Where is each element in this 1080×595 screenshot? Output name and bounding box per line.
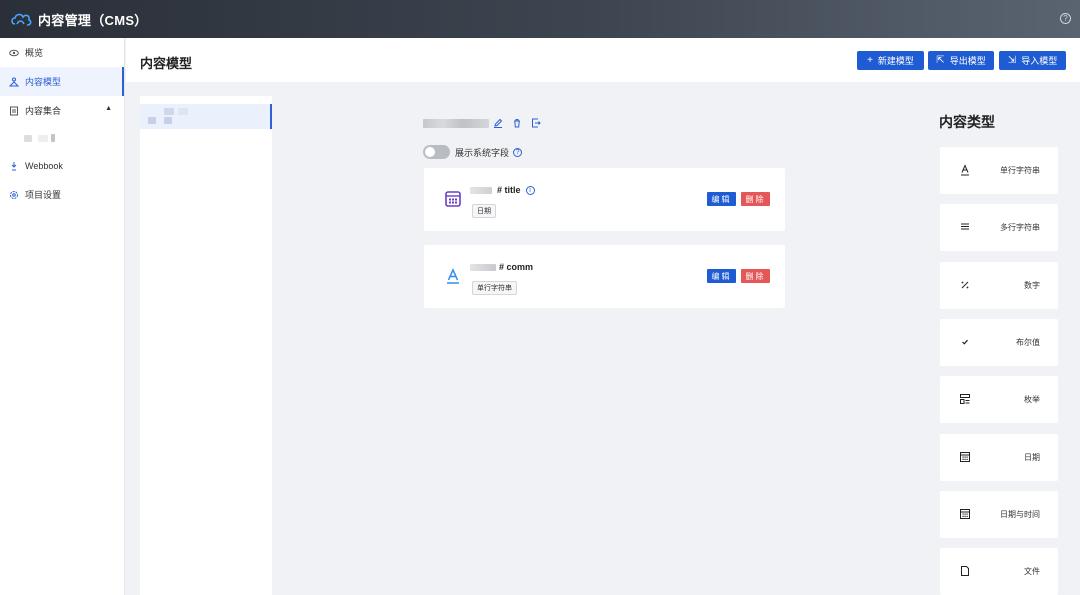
sidebar-item-label: Webbook: [25, 160, 63, 171]
field-name: # title i: [470, 185, 535, 195]
redacted-text: [164, 108, 174, 115]
file-icon: [958, 564, 972, 578]
system-fields-toggle-row: 展示系统字段 ?: [423, 145, 523, 159]
export-model-label: 导出模型: [949, 56, 986, 66]
multi-line-text-icon: [958, 220, 972, 234]
info-icon[interactable]: i: [525, 185, 535, 195]
eye-icon: [9, 48, 19, 58]
export-model-button[interactable]: ⇱ 导出模型: [928, 51, 994, 70]
enum-icon: [958, 392, 972, 406]
sidebar-item-label: 内容集合: [25, 106, 62, 116]
sidebar-item-content-model[interactable]: 内容模型: [0, 67, 124, 96]
sidebar-item-webhook[interactable]: Webbook: [0, 151, 124, 180]
redacted-text: [164, 117, 172, 124]
new-model-button[interactable]: + 新建模型: [857, 51, 924, 70]
type-card-multi-line[interactable]: 多行字符串: [940, 204, 1058, 251]
help-icon[interactable]: ?: [1060, 13, 1071, 24]
percent-icon: [958, 278, 972, 292]
type-label: 枚举: [1024, 395, 1040, 404]
cloud-logo-icon: [11, 13, 32, 26]
field-card: # title i 日期 编辑 删除: [424, 168, 785, 231]
sidebar-item-label: 内容模型: [25, 77, 62, 87]
redacted-text: [24, 134, 32, 142]
field-key: # title: [497, 185, 521, 195]
model-list-item-selected[interactable]: [140, 104, 272, 129]
type-card-boolean[interactable]: 布尔值: [940, 319, 1058, 366]
redacted-text: [38, 134, 48, 142]
delete-field-button[interactable]: 删除: [741, 192, 770, 206]
model-name-bar: [423, 115, 542, 131]
sidebar-item-overview[interactable]: 概览: [0, 38, 124, 67]
redacted-text: [148, 117, 156, 124]
edit-icon[interactable]: [492, 117, 504, 129]
sidebar-item-label: 项目设置: [25, 190, 62, 200]
import-model-label: 导入模型: [1021, 56, 1058, 66]
brand[interactable]: 内容管理（CMS）: [10, 10, 148, 29]
export-icon: ⇱: [936, 55, 945, 66]
model-list: [140, 96, 272, 595]
system-fields-toggle[interactable]: [423, 145, 450, 159]
type-card-enum[interactable]: 枚举: [940, 376, 1058, 423]
redacted-text: [470, 186, 492, 194]
plus-icon: +: [867, 55, 873, 66]
webhook-icon: [9, 161, 19, 171]
model-icon: [9, 77, 19, 87]
calendar-icon: [958, 450, 972, 464]
system-fields-label: 展示系统字段: [455, 147, 510, 158]
type-label: 日期与时间: [1000, 510, 1040, 519]
single-line-text-field-icon: [447, 268, 459, 284]
type-label: 单行字符串: [1000, 166, 1040, 175]
edit-field-button[interactable]: 编辑: [707, 192, 736, 206]
redacted-text: [51, 134, 55, 142]
settings-icon: [9, 190, 19, 200]
field-card: # comm 单行字符串 编辑 删除: [424, 245, 785, 308]
delete-field-button[interactable]: 删除: [741, 269, 770, 283]
import-model-button[interactable]: ⇲ 导入模型: [999, 51, 1066, 70]
sidebar: 概览 内容模型 内容集合 ▲ Webbook 项目设置: [0, 38, 125, 595]
field-type-tag: 日期: [472, 204, 496, 218]
type-label: 布尔值: [1016, 338, 1040, 347]
type-label: 日期: [1024, 453, 1040, 462]
collection-subitem[interactable]: [0, 125, 124, 151]
content-types-title: 内容类型: [939, 114, 995, 130]
import-icon: ⇲: [1007, 55, 1017, 66]
type-card-date[interactable]: 日期: [940, 434, 1058, 481]
type-label: 数字: [1024, 281, 1040, 290]
delete-icon[interactable]: [511, 117, 523, 129]
sidebar-item-project-settings[interactable]: 项目设置: [0, 180, 124, 209]
page-header: 内容模型 + 新建模型 ⇱ 导出模型 ⇲ 导入模型: [126, 38, 1080, 82]
type-label: 文件: [1024, 567, 1040, 576]
field-type-tag: 单行字符串: [472, 281, 517, 295]
redacted-text: [423, 118, 489, 128]
redacted-text: [178, 108, 188, 115]
top-bar: 内容管理（CMS） ?: [0, 0, 1080, 38]
type-label: 多行字符串: [1000, 223, 1040, 232]
single-line-text-icon: [958, 163, 972, 177]
type-card-number[interactable]: 数字: [940, 262, 1058, 309]
collection-icon: [9, 106, 19, 116]
field-key: # comm: [499, 262, 534, 272]
datetime-icon: [958, 507, 972, 521]
sidebar-item-label: 概览: [25, 48, 44, 58]
type-card-datetime[interactable]: 日期与时间: [940, 491, 1058, 538]
question-icon[interactable]: ?: [513, 147, 523, 157]
app-title: 内容管理（CMS）: [38, 12, 148, 28]
sidebar-item-content-collection[interactable]: 内容集合 ▲: [0, 96, 124, 125]
new-model-label: 新建模型: [877, 56, 914, 66]
calendar-field-icon: [445, 191, 461, 207]
type-card-file[interactable]: 文件: [940, 548, 1058, 595]
type-card-single-line[interactable]: 单行字符串: [940, 147, 1058, 194]
chevron-up-icon[interactable]: ▲: [105, 105, 112, 112]
page-title: 内容模型: [140, 56, 193, 71]
redacted-text: [470, 263, 496, 271]
edit-field-button[interactable]: 编辑: [707, 269, 736, 283]
field-name: # comm: [470, 262, 533, 272]
export-model-icon[interactable]: [530, 117, 542, 129]
check-icon: [958, 335, 972, 349]
